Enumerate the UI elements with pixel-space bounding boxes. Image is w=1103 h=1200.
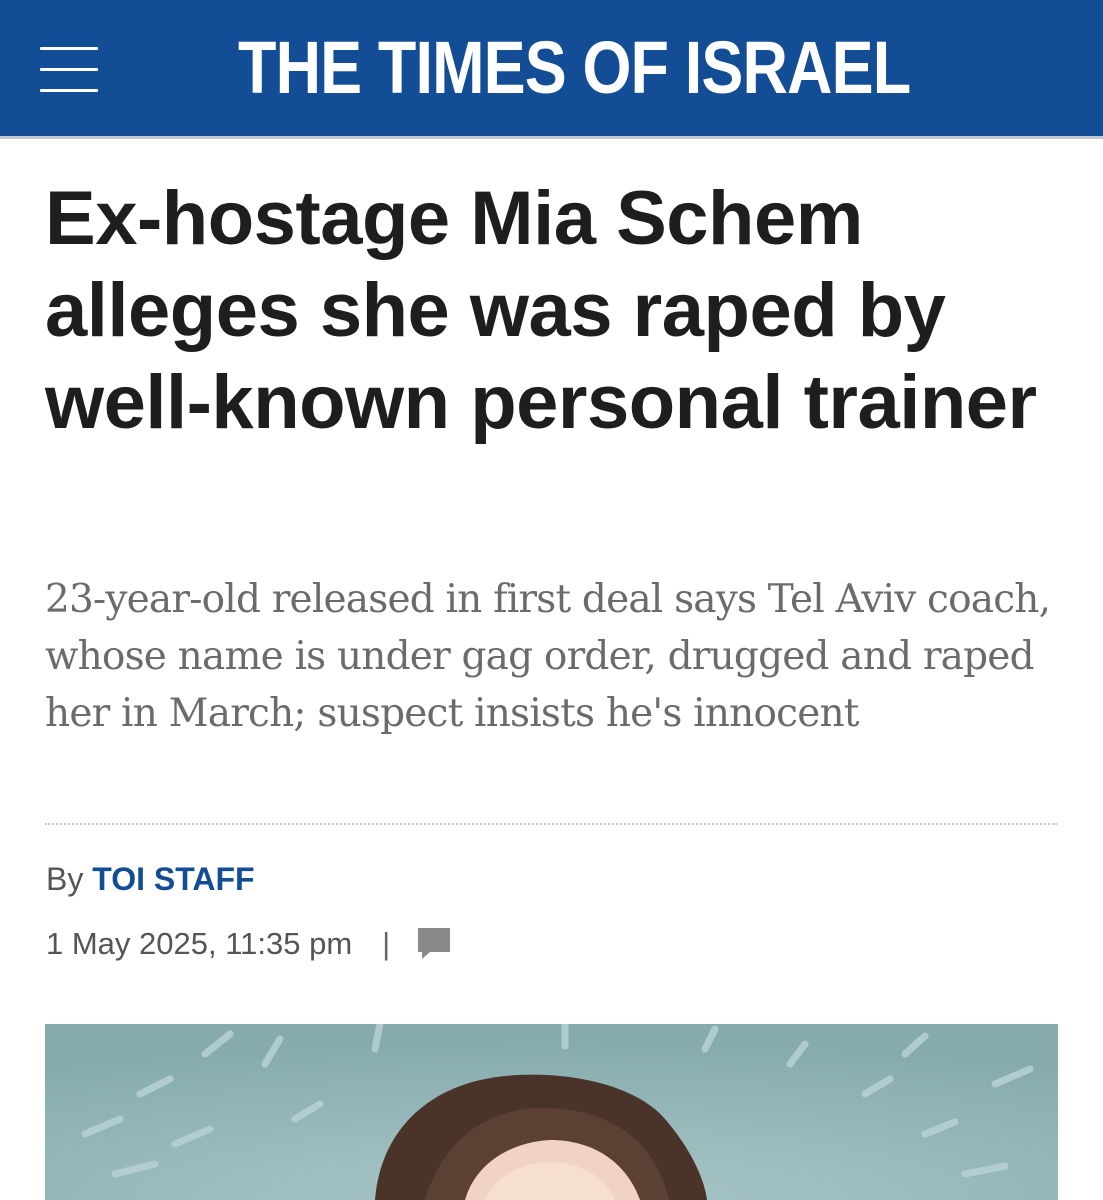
hamburger-menu-button[interactable] bbox=[38, 44, 102, 96]
article-meta: 1 May 2025, 11:35 pm | bbox=[46, 921, 452, 967]
menu-icon-bar bbox=[40, 68, 98, 71]
byline: By TOI STAFF bbox=[46, 857, 255, 901]
divider bbox=[45, 823, 1057, 825]
menu-icon-bar bbox=[40, 89, 98, 92]
article-headline: Ex-hostage Mia Schem alleges she was rap… bbox=[45, 176, 1037, 445]
byline-prefix: By bbox=[46, 861, 84, 897]
meta-separator: | bbox=[382, 926, 391, 961]
menu-icon-bar bbox=[40, 47, 98, 50]
publish-date: 1 May 2025, 11:35 pm bbox=[46, 926, 353, 961]
author-link[interactable]: TOI STAFF bbox=[92, 861, 254, 897]
site-logo[interactable]: THE TIMES OF ISRAEL bbox=[238, 22, 911, 114]
site-header: THE TIMES OF ISRAEL bbox=[0, 0, 1103, 139]
comment-icon[interactable] bbox=[416, 926, 452, 960]
article-photo bbox=[45, 1024, 1058, 1200]
article-subheadline: 23-year-old released in first deal says … bbox=[45, 577, 1051, 736]
